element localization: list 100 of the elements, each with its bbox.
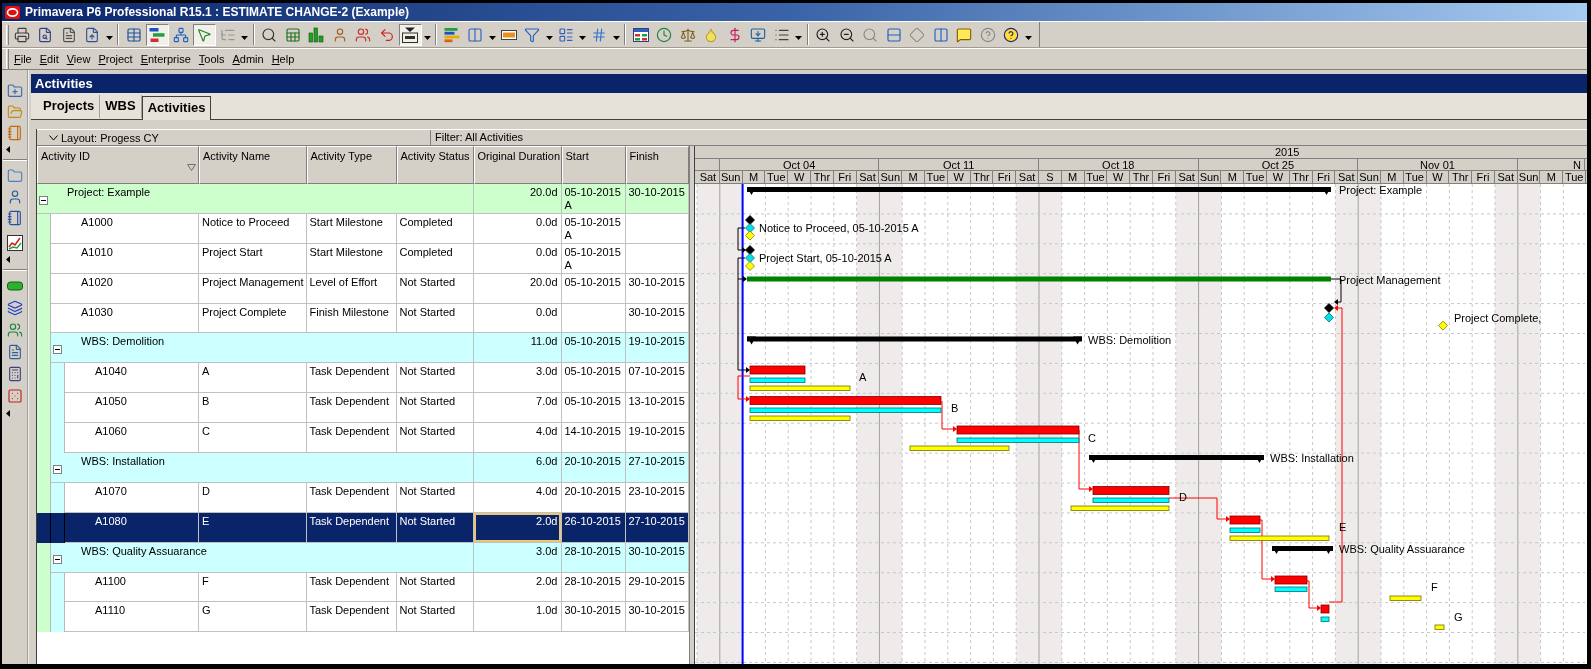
minus-icon[interactable] — [53, 465, 62, 474]
indent-strip — [37, 602, 51, 633]
bar-label: WBS: Demolition — [1088, 333, 1172, 346]
grip-handle[interactable] — [6, 49, 9, 69]
day-label: W — [1107, 171, 1131, 183]
day-label: W — [788, 171, 811, 183]
table-row[interactable]: A1080 E Task Dependent Not Started 2.0d 26-10-2015 27-10-2015 — [37, 512, 689, 543]
diamond-icon — [1324, 303, 1334, 313]
summary-bar — [1272, 546, 1333, 554]
day-label: Thr — [811, 171, 834, 183]
indent-strip — [51, 602, 65, 633]
menu-item[interactable]: Edit — [35, 51, 63, 67]
column-header[interactable]: Finish — [625, 146, 689, 184]
menu-item[interactable]: View — [62, 51, 95, 67]
day-label: Sat — [1335, 171, 1359, 183]
day-label: W — [947, 171, 971, 183]
toolbar-button[interactable] — [398, 23, 422, 46]
printer-icon — [13, 26, 30, 43]
menu-item[interactable]: Enterprise — [136, 51, 195, 67]
table-cell: A1070 — [65, 482, 199, 513]
table-row[interactable]: A1010 Project Start Start Milestone Completed 0.0d 05-10-2015 A — [37, 243, 689, 274]
column-header[interactable]: Start — [561, 146, 626, 184]
minus-icon[interactable] — [53, 345, 62, 355]
rows-icon — [885, 26, 902, 43]
day-label: Fri — [1152, 171, 1176, 183]
caret-left-icon[interactable] — [6, 145, 10, 153]
day-label: Tue — [765, 171, 789, 183]
tab[interactable]: Projects — [38, 95, 101, 118]
column-header[interactable]: Activity Type — [306, 146, 397, 184]
table-cell: 2.0d — [473, 512, 562, 543]
caret-down-icon[interactable] — [423, 35, 431, 40]
caret-left-icon[interactable] — [6, 409, 10, 417]
activity-bar — [1320, 604, 1330, 614]
week-label: Oct 25 — [1198, 159, 1359, 170]
table-row[interactable]: A1060 C Task Dependent Not Started 4.0d 14-10-2015 19-10-2015 — [37, 423, 689, 453]
day-label: W — [1266, 171, 1290, 183]
caret-down-icon[interactable] — [545, 35, 553, 40]
tab[interactable]: WBS — [100, 95, 142, 118]
day-label: Sun — [719, 171, 743, 183]
panel-icon — [402, 26, 419, 43]
table-row[interactable]: A1000 Notice to Proceed Start Milestone Completed 0.0d 05-10-2015 A — [37, 213, 689, 244]
table-row[interactable]: WBS: Installation 6.0d 20-10-2015 27-10-2015 — [37, 453, 689, 483]
menu-item[interactable]: Help — [267, 51, 299, 67]
table-row[interactable]: A1100 F Task Dependent Not Started 2.0d 28-10-2015 29-10-2015 — [37, 572, 689, 603]
table-row[interactable]: WBS: Demolition 11.0d 05-10-2015 19-10-2015 — [37, 333, 689, 364]
activity-bar — [1274, 575, 1308, 585]
column-header[interactable]: Activity ID — [37, 146, 199, 184]
columns-icon — [467, 26, 484, 43]
grid-icon — [632, 26, 649, 43]
tab[interactable]: Activities — [141, 96, 212, 120]
bar-label: B — [951, 402, 959, 414]
caret-down-icon[interactable] — [795, 35, 802, 40]
day-label: Sun — [1198, 171, 1222, 183]
table-cell: Not Started — [396, 512, 474, 543]
day-label: Thr — [1130, 171, 1153, 183]
table-row[interactable]: A1020 Project Management Level of Effort Not Started 20.0d 05-10-2015 30-10-2015 — [37, 273, 689, 304]
day-label: Sat — [1175, 171, 1199, 183]
week-label: Oct 11 — [879, 159, 1039, 170]
minus-icon[interactable] — [53, 554, 62, 564]
table-cell: Start Milestone — [306, 213, 397, 244]
year-label: 2015 — [1274, 146, 1301, 158]
splitter-handle[interactable] — [689, 146, 695, 664]
day-label: Tue — [1244, 171, 1267, 183]
minus-icon[interactable] — [39, 196, 48, 205]
bar-label: Notice to Proceed, 05-10-2015 A — [759, 222, 919, 234]
comment-icon — [956, 26, 973, 43]
table-row[interactable]: A1070 D Task Dependent Not Started 4.0d 20-10-2015 23-10-2015 — [37, 482, 689, 513]
table-row[interactable]: A1040 A Task Dependent Not Started 3.0d 05-10-2015 07-10-2015 — [37, 363, 689, 394]
indent-strip — [51, 572, 65, 603]
day-label: Sat — [697, 171, 720, 183]
day-label: M — [742, 171, 766, 183]
bar-label: Project Complete, — [1454, 311, 1542, 324]
caret-down-icon[interactable] — [241, 35, 248, 40]
layers-icon — [6, 300, 23, 316]
grip-handle[interactable] — [6, 24, 9, 45]
caret-down-icon[interactable] — [105, 35, 113, 40]
table-cell: 05-10-2015 — [561, 273, 626, 304]
toolbar-button[interactable] — [145, 23, 169, 46]
table-row[interactable]: Project: Example 20.0d 05-10-2015 A 30-10-2015 — [37, 184, 689, 214]
caret-down-icon[interactable] — [488, 35, 496, 40]
baseline-bar — [1274, 586, 1308, 592]
table-row[interactable]: WBS: Quality Assuarance 3.0d 28-10-2015 30-10-2015 — [37, 542, 689, 573]
menu-item[interactable]: File — [10, 51, 36, 67]
table-row[interactable]: A1050 B Task Dependent Not Started 7.0d 05-10-2015 13-10-2015 — [37, 393, 689, 424]
caret-left-icon[interactable] — [6, 255, 10, 263]
caret-down-icon[interactable] — [1024, 35, 1032, 40]
table-cell: Not Started — [396, 273, 474, 304]
search-icon — [862, 26, 879, 43]
caret-down-icon[interactable] — [612, 35, 620, 40]
file-upload-icon — [84, 26, 101, 43]
column-header[interactable]: Activity Name — [199, 146, 307, 184]
caret-down-icon[interactable] — [579, 35, 586, 40]
menu-item[interactable]: Tools — [194, 51, 229, 67]
menu-item[interactable]: Admin — [228, 51, 268, 67]
table-cell: 0.0d — [473, 213, 562, 244]
column-header[interactable]: Original Duration — [473, 146, 562, 184]
table-row[interactable]: A1110 G Task Dependent Not Started 1.0d 30-10-2015 30-10-2015 — [37, 602, 689, 633]
menu-item[interactable]: Project — [94, 51, 137, 67]
table-row[interactable]: A1030 Project Complete Finish Milestone Not Started 0.0d 30-10-2015 — [37, 303, 689, 334]
column-header[interactable]: Activity Status — [396, 146, 474, 184]
